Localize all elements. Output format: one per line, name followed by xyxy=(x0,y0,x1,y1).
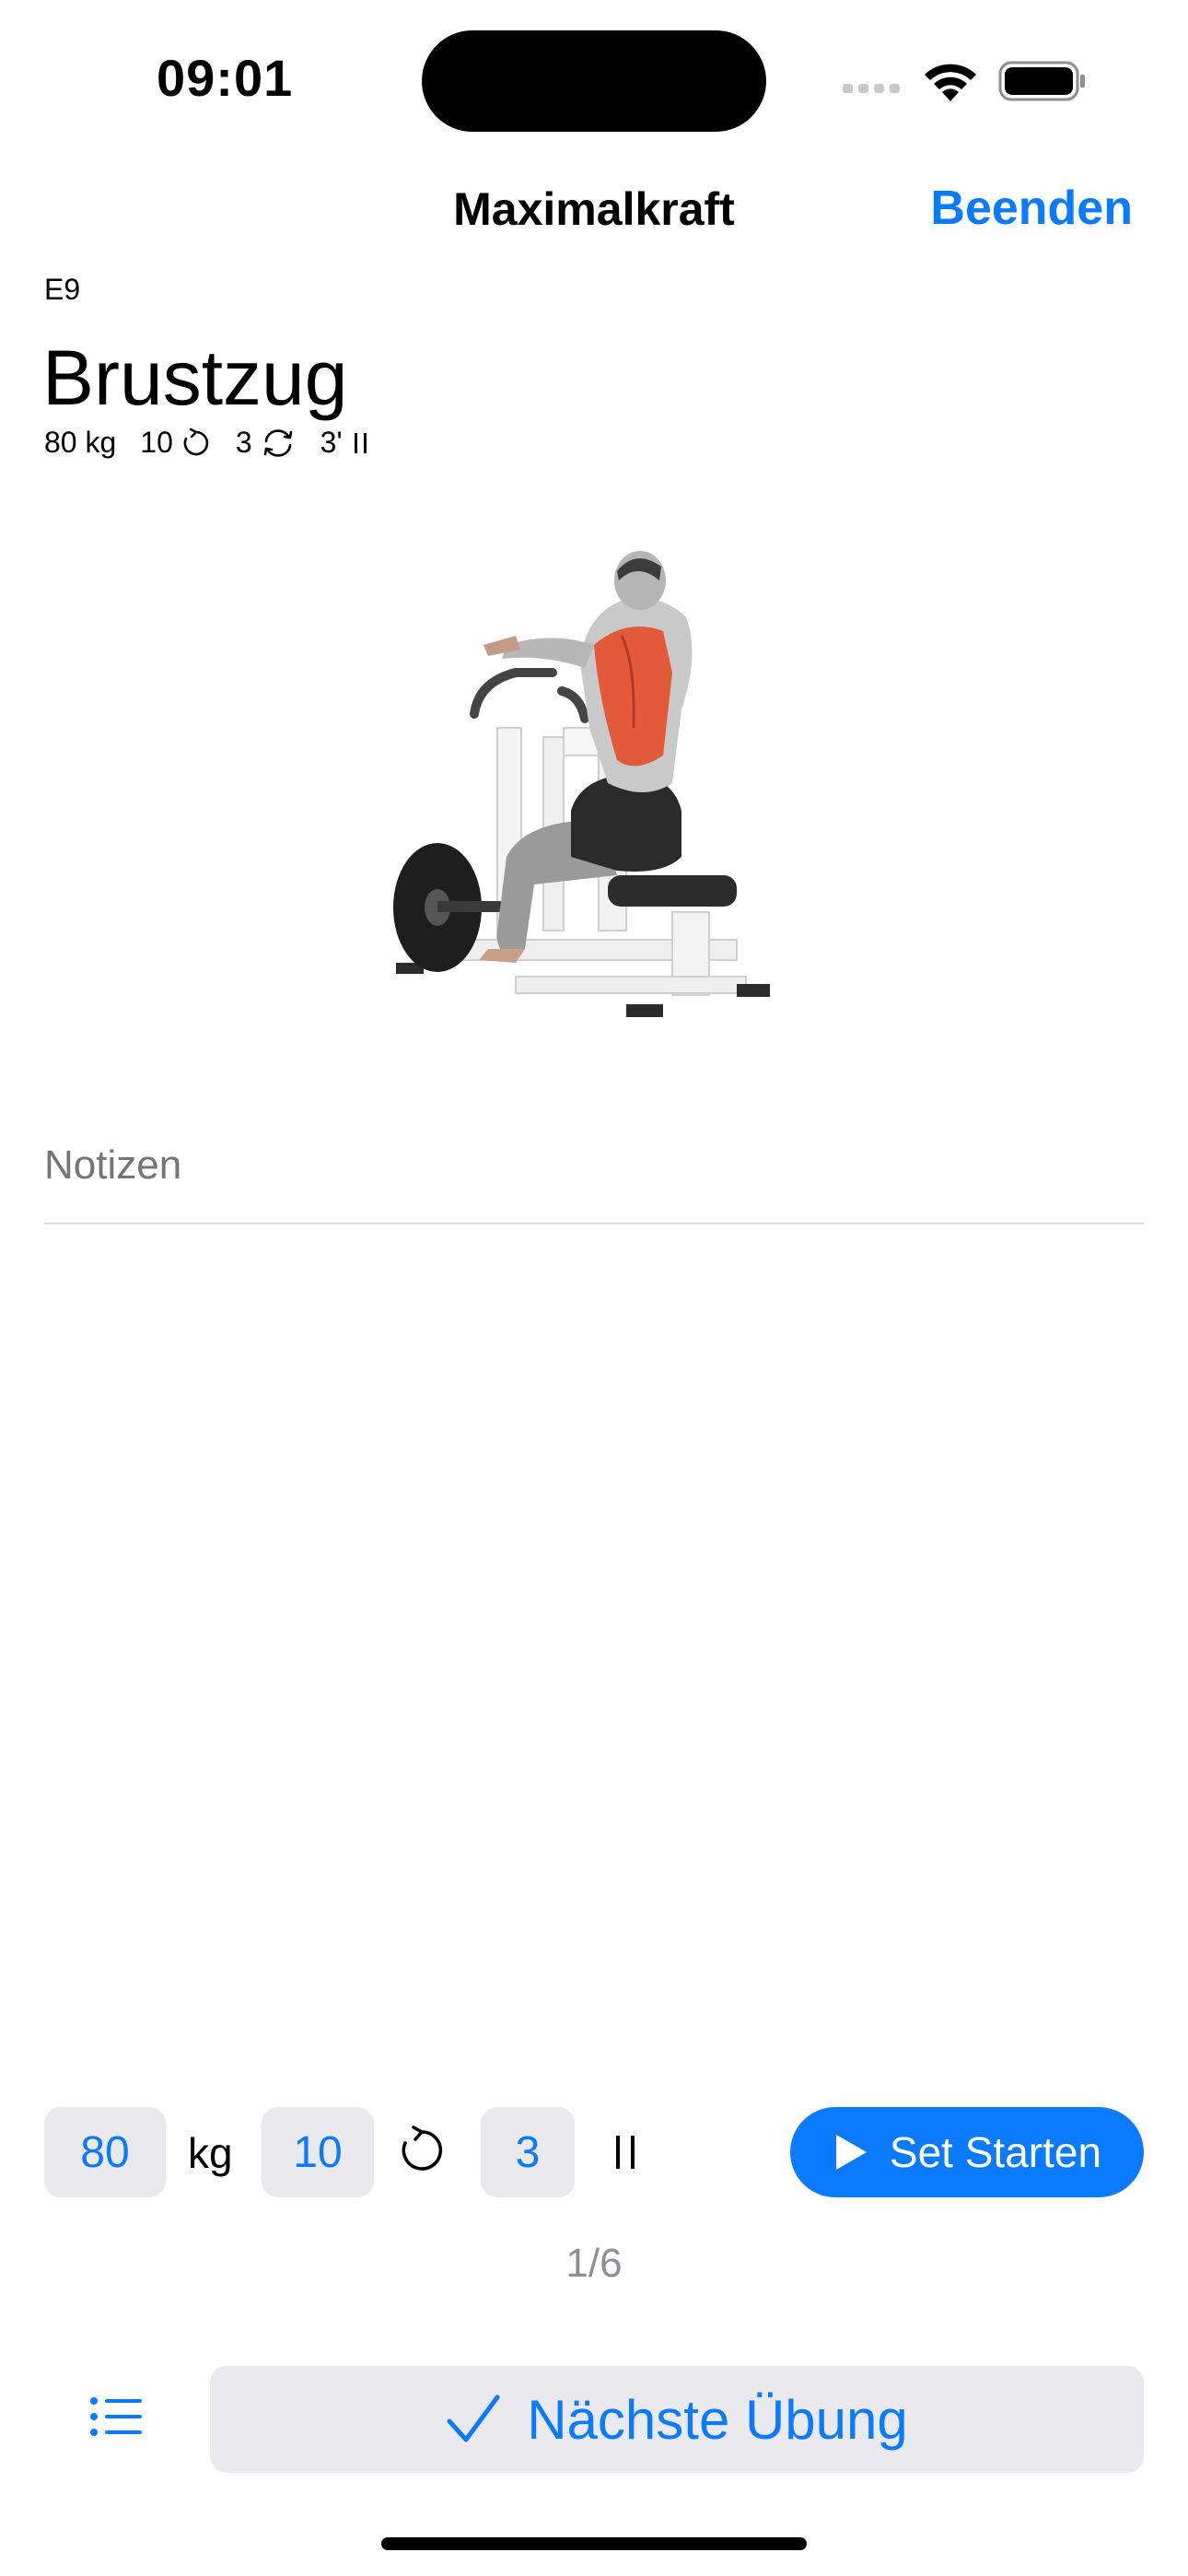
summary-reps: 10 xyxy=(140,426,173,459)
sets-cycle-icon xyxy=(263,428,292,457)
pause-icon xyxy=(616,2136,635,2169)
start-set-label: Set Starten xyxy=(889,2128,1102,2176)
end-workout-button[interactable]: Beenden xyxy=(930,181,1133,236)
summary-rest: 3' xyxy=(320,426,343,459)
wifi-icon xyxy=(925,64,976,101)
repeat-icon xyxy=(183,427,209,455)
battery-icon xyxy=(998,61,1085,101)
summary-sets: 3 xyxy=(235,426,252,459)
weight-field[interactable]: 80 xyxy=(44,2107,166,2197)
next-exercise-button[interactable]: Nächste Übung xyxy=(210,2366,1144,2473)
exercise-title: Brustzug xyxy=(42,334,348,421)
summary-weight: 80 kg xyxy=(44,426,117,459)
pause-icon xyxy=(354,432,367,453)
status-time: 09:01 xyxy=(157,49,294,107)
exercise-code: E9 xyxy=(44,273,81,306)
exercise-summary: 80 kg 10 3 3' xyxy=(44,426,396,460)
exercise-illustration xyxy=(393,551,770,1017)
reps-repeat-icon xyxy=(402,2125,443,2171)
start-set-button[interactable]: Set Starten xyxy=(790,2107,1144,2197)
notes-input[interactable] xyxy=(44,1142,1144,1188)
cellular-signal-icon xyxy=(843,81,905,98)
home-indicator xyxy=(381,2537,807,2550)
reps-field[interactable]: 10 xyxy=(262,2107,374,2197)
list-icon[interactable] xyxy=(88,2395,144,2438)
sets-field[interactable]: 3 xyxy=(481,2107,575,2197)
dynamic-island xyxy=(422,30,766,132)
weight-unit: kg xyxy=(188,2129,233,2177)
next-exercise-label: Nächste Übung xyxy=(527,2388,908,2451)
checkmark-icon xyxy=(447,2395,500,2442)
exercise-progress: 1/6 xyxy=(565,2241,623,2286)
play-icon xyxy=(835,2135,867,2170)
notes-divider xyxy=(44,1223,1144,1224)
